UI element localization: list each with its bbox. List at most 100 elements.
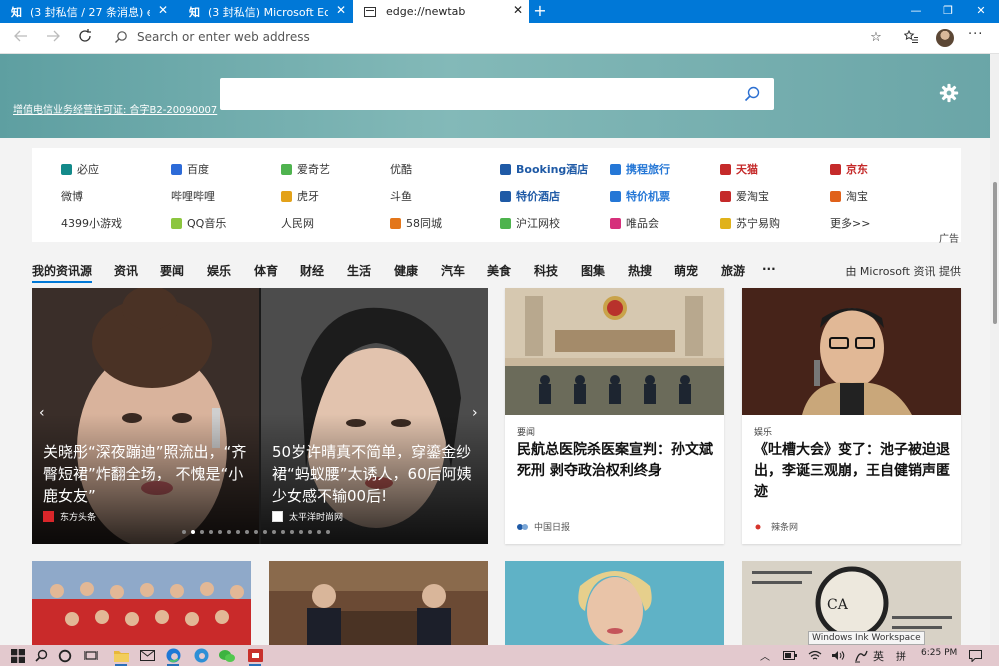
favorites-list-icon[interactable] xyxy=(903,29,919,46)
quick-link[interactable]: 4399小游戏 xyxy=(61,215,122,231)
category-tab[interactable]: 财经 xyxy=(300,262,324,279)
news-card[interactable] xyxy=(32,561,251,646)
category-tab[interactable]: 汽车 xyxy=(441,262,465,279)
scrollbar-thumb[interactable] xyxy=(993,182,997,324)
mail-icon[interactable] xyxy=(138,647,156,664)
close-tab-icon[interactable]: ✕ xyxy=(513,3,523,17)
carousel-dot[interactable] xyxy=(326,530,330,534)
carousel-dot[interactable] xyxy=(299,530,303,534)
search-icon[interactable] xyxy=(32,647,50,664)
carousel-dot[interactable] xyxy=(281,530,285,534)
quick-link[interactable]: 携程旅行 xyxy=(610,161,670,177)
carousel-dot[interactable] xyxy=(272,530,276,534)
slide-title[interactable]: 50岁许晴真不简单，穿鎏金纱裙“蚂蚁腰”太诱人，60后阿姨少女感不输00后! xyxy=(272,441,478,507)
category-tab[interactable]: 热搜 xyxy=(628,262,652,279)
quick-link[interactable]: 爱淘宝 xyxy=(720,188,769,204)
carousel-dot[interactable] xyxy=(317,530,321,534)
carousel-dot[interactable] xyxy=(254,530,258,534)
quick-link[interactable]: 苏宁易购 xyxy=(720,215,780,231)
quick-link[interactable]: 特价机票 xyxy=(610,188,670,204)
close-tab-icon[interactable]: ✕ xyxy=(336,3,346,17)
category-tab[interactable]: 要闻 xyxy=(160,262,184,279)
carousel-dot[interactable] xyxy=(182,530,186,534)
search-icon[interactable] xyxy=(744,86,760,102)
category-tab[interactable]: 体育 xyxy=(254,262,278,279)
carousel-dot[interactable] xyxy=(308,530,312,534)
clock-time[interactable]: 6:25 PM xyxy=(921,648,957,658)
ime-mode[interactable]: 拼 xyxy=(896,648,906,663)
tab-zhihu-edge[interactable]: 知 (3 封私信) Microsoft Edge 浏览器 ✕ xyxy=(178,0,352,23)
task-view-icon[interactable] xyxy=(82,647,100,664)
tab-newtab[interactable]: edge://newtab ✕ xyxy=(353,0,529,23)
quick-link[interactable]: 百度 xyxy=(171,161,209,177)
carousel-dot[interactable] xyxy=(290,530,294,534)
carousel-slide[interactable]: 关晓彤“深夜蹦迪”照流出，“齐臀短裙”炸翻全场， 不愧是“小鹿女友” 东方头条 xyxy=(32,288,259,544)
refresh-button[interactable] xyxy=(75,28,95,48)
red-app-icon[interactable] xyxy=(246,647,264,666)
category-tab[interactable]: 萌宠 xyxy=(674,262,698,279)
quick-link[interactable]: 沪江网校 xyxy=(500,215,560,231)
category-tab[interactable]: 资讯 xyxy=(114,262,138,279)
quick-link[interactable]: 必应 xyxy=(61,161,99,177)
quick-link[interactable]: 哔哩哔哩 xyxy=(171,188,215,204)
edge-beta-icon[interactable] xyxy=(192,647,210,664)
quick-link[interactable]: 优酷 xyxy=(390,161,412,177)
category-tab[interactable]: 美食 xyxy=(487,262,511,279)
quick-link[interactable]: 人民网 xyxy=(281,215,314,231)
quick-link[interactable]: 特价酒店 xyxy=(500,188,560,204)
profile-avatar[interactable] xyxy=(936,29,954,47)
ink-workspace-icon[interactable] xyxy=(852,647,870,664)
tab-zhihu-search[interactable]: 知 (3 封私信 / 27 条消息) edge - 搜 ✕ xyxy=(0,0,174,23)
quick-link[interactable]: Booking酒店 xyxy=(500,161,588,177)
carousel-dot[interactable] xyxy=(263,530,267,534)
news-card[interactable]: 娱乐 《吐槽大会》变了：池子被迫退出，李诞三观崩，王自健销声匿迹 辣条网 xyxy=(742,288,961,544)
carousel-dot[interactable] xyxy=(227,530,231,534)
carousel-prev-icon[interactable]: ‹ xyxy=(39,405,45,421)
windows-start-icon[interactable] xyxy=(9,647,27,664)
card-title[interactable]: 民航总医院杀医案宣判：孙文斌死刑 剥夺政治权利终身 xyxy=(517,440,714,482)
carousel-dot[interactable] xyxy=(245,530,249,534)
quick-link[interactable]: 更多>> xyxy=(830,215,870,231)
news-card[interactable] xyxy=(505,561,724,646)
quick-link[interactable]: 斗鱼 xyxy=(390,188,412,204)
close-tab-icon[interactable]: ✕ xyxy=(158,3,168,17)
quick-link[interactable]: 爱奇艺 xyxy=(281,161,330,177)
carousel-dot[interactable] xyxy=(209,530,213,534)
more-menu-icon[interactable]: ··· xyxy=(968,27,983,42)
quick-link[interactable]: 虎牙 xyxy=(281,188,319,204)
quick-link[interactable]: 天猫 xyxy=(720,161,758,177)
quick-link[interactable]: 微博 xyxy=(61,188,83,204)
notifications-icon[interactable] xyxy=(966,647,984,664)
ime-language[interactable]: 英 xyxy=(873,648,884,664)
tray-chevron-icon[interactable]: ︿ xyxy=(760,648,770,663)
page-scrollbar[interactable] xyxy=(990,54,999,644)
carousel-dot[interactable] xyxy=(236,530,240,534)
slide-title[interactable]: 关晓彤“深夜蹦迪”照流出，“齐臀短裙”炸翻全场， 不愧是“小鹿女友” xyxy=(43,441,249,507)
quick-link[interactable]: QQ音乐 xyxy=(171,215,226,231)
carousel-next-icon[interactable]: › xyxy=(472,405,478,421)
address-bar[interactable]: Search or enter web address xyxy=(137,30,310,44)
news-card[interactable] xyxy=(269,561,488,646)
quick-link[interactable]: 京东 xyxy=(830,161,868,177)
wifi-icon[interactable] xyxy=(806,647,824,664)
maximize-button[interactable]: ❐ xyxy=(933,0,963,23)
category-tab[interactable]: 科技 xyxy=(534,262,558,279)
more-categories-icon[interactable]: ··· xyxy=(762,262,776,276)
category-tab[interactable]: 娱乐 xyxy=(207,262,231,279)
forward-button[interactable] xyxy=(43,28,63,48)
file-explorer-icon[interactable] xyxy=(112,647,130,666)
wechat-icon[interactable] xyxy=(218,647,236,664)
carousel-dot[interactable] xyxy=(200,530,204,534)
category-tab[interactable]: 图集 xyxy=(581,262,605,279)
edge-icon[interactable] xyxy=(164,647,182,666)
web-search-box[interactable] xyxy=(220,78,774,110)
settings-gear-icon[interactable] xyxy=(938,82,960,104)
quick-link[interactable]: 58同城 xyxy=(390,215,442,231)
close-window-button[interactable]: ✕ xyxy=(966,0,996,23)
category-tab[interactable]: 旅游 xyxy=(721,262,745,279)
news-carousel[interactable]: 关晓彤“深夜蹦迪”照流出，“齐臀短裙”炸翻全场， 不愧是“小鹿女友” 东方头条 … xyxy=(32,288,488,544)
quick-link[interactable]: 唯品会 xyxy=(610,215,659,231)
new-tab-button[interactable]: + xyxy=(531,0,549,23)
license-link[interactable]: 增值电信业务经营许可证: 合字B2-20090007 xyxy=(13,101,217,116)
news-card[interactable]: 要闻 民航总医院杀医案宣判：孙文斌死刑 剥夺政治权利终身 中国日报 xyxy=(505,288,724,544)
